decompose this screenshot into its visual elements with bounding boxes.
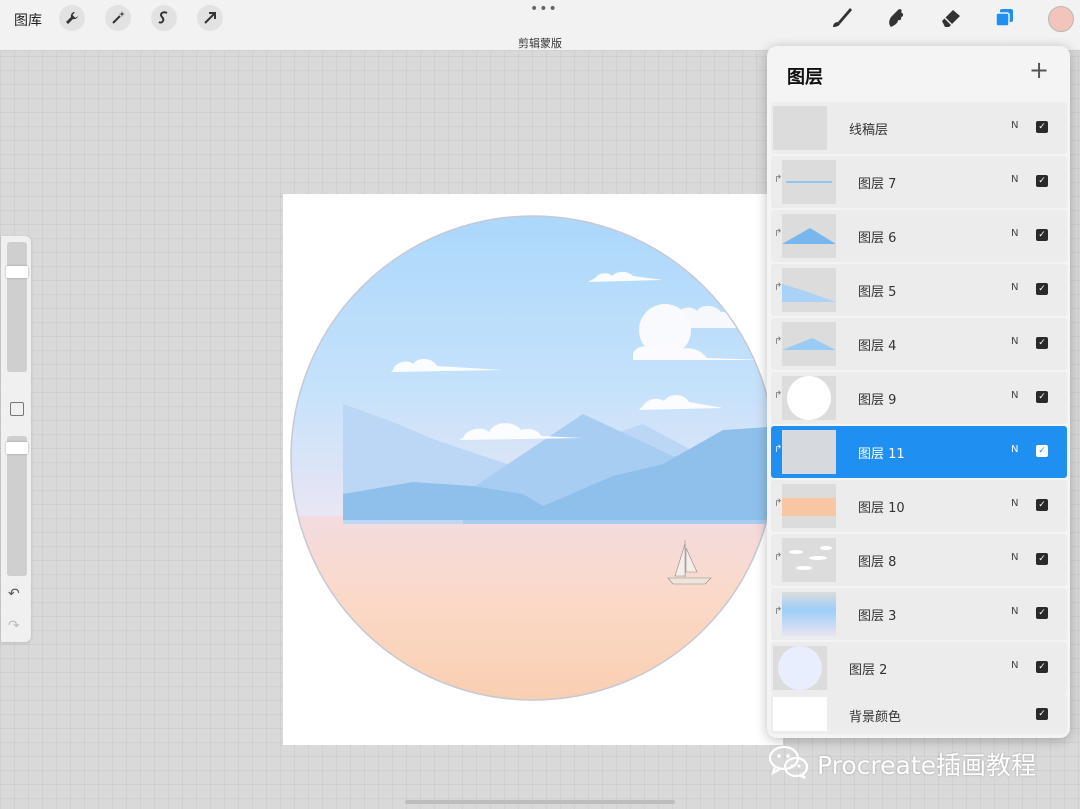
layer-thumbnail (782, 322, 836, 366)
visibility-checkbox[interactable]: ✓ (1036, 708, 1048, 720)
layer-row[interactable]: ↱ 图层 9 N ✓ (771, 372, 1067, 424)
layers-icon[interactable] (991, 6, 1019, 30)
layer-row[interactable]: ↱ 图层 7 N ✓ (771, 156, 1067, 208)
layer-row[interactable]: ↱ 图层 4 N ✓ (771, 318, 1067, 370)
layer-name: 图层 5 (858, 285, 897, 300)
top-toolbar: 图库 ••• 剪辑蒙版 (0, 0, 1080, 51)
blend-mode-button[interactable]: N (1011, 498, 1018, 509)
drawing-canvas[interactable] (283, 194, 783, 745)
layer-row[interactable]: 图层 2 N ✓ (771, 642, 1067, 694)
layer-name: 图层 11 (858, 447, 905, 462)
layer-name: 图层 6 (858, 231, 897, 246)
brush-size-handle[interactable] (6, 266, 28, 278)
eraser-icon[interactable] (936, 6, 964, 30)
layer-row[interactable]: ↱ 图层 3 N ✓ (771, 588, 1067, 640)
wechat-icon (767, 744, 811, 784)
actions-menu[interactable]: ••• (530, 1, 558, 17)
wrench-icon[interactable] (59, 5, 85, 31)
blend-mode-button[interactable]: N (1011, 606, 1018, 617)
watermark-text: Procreate插画教程 (817, 751, 1037, 780)
layer-row-selected[interactable]: ↱ 图层 11 N ✓ (771, 426, 1067, 478)
layer-thumbnail (782, 592, 836, 636)
blend-mode-button[interactable]: N (1011, 282, 1018, 293)
layer-name: 图层 4 (858, 339, 897, 354)
blend-mode-button[interactable]: N (1011, 174, 1018, 185)
layer-thumbnail (773, 697, 827, 731)
opacity-handle[interactable] (6, 442, 28, 454)
brush-size-slider[interactable] (6, 242, 28, 372)
layer-name: 背景颜色 (849, 710, 902, 725)
visibility-checkbox[interactable]: ✓ (1036, 337, 1048, 349)
visibility-checkbox[interactable]: ✓ (1036, 121, 1048, 133)
layer-name: 图层 3 (858, 609, 897, 624)
selection-icon[interactable] (151, 5, 177, 31)
layer-row[interactable]: ↱ 图层 6 N ✓ (771, 210, 1067, 262)
layer-thumbnail (782, 268, 836, 312)
watermark: Procreate插画教程 (767, 744, 1036, 784)
undo-icon[interactable]: ↶ (8, 586, 20, 602)
visibility-checkbox[interactable]: ✓ (1036, 445, 1048, 457)
blend-mode-button[interactable]: N (1011, 228, 1018, 239)
visibility-checkbox[interactable]: ✓ (1036, 283, 1048, 295)
layer-thumbnail (773, 646, 827, 690)
home-indicator (405, 800, 675, 804)
visibility-checkbox[interactable]: ✓ (1036, 553, 1048, 565)
layer-thumbnail (782, 538, 836, 582)
panel-title: 图层 (787, 67, 823, 88)
magic-wand-icon[interactable] (105, 5, 131, 31)
visibility-checkbox[interactable]: ✓ (1036, 661, 1048, 673)
layers-panel: 图层 + 线稿层 N ✓ ↱ 图层 7 N ✓ ↱ 图层 6 N ✓ ↱ 图层 … (767, 46, 1070, 738)
layer-thumbnail (773, 106, 827, 150)
redo-icon[interactable]: ↷ (8, 618, 20, 634)
blend-mode-button[interactable]: N (1011, 336, 1018, 347)
visibility-checkbox[interactable]: ✓ (1036, 607, 1048, 619)
brush-icon[interactable] (828, 6, 856, 30)
layer-row[interactable]: 线稿层 N ✓ (771, 102, 1067, 154)
layer-row[interactable]: ↱ 图层 5 N ✓ (771, 264, 1067, 316)
layer-name: 图层 8 (858, 555, 897, 570)
add-layer-button[interactable]: + (1029, 58, 1049, 82)
layer-thumbnail (782, 160, 836, 204)
layer-name: 图层 10 (858, 501, 905, 516)
visibility-checkbox[interactable]: ✓ (1036, 175, 1048, 187)
opacity-slider[interactable] (6, 436, 28, 576)
layer-row[interactable]: ↱ 图层 10 N ✓ (771, 480, 1067, 532)
color-picker-button[interactable] (1048, 6, 1074, 32)
layer-thumbnail (782, 376, 836, 420)
blend-mode-button[interactable]: N (1011, 552, 1018, 563)
blend-mode-button[interactable]: N (1011, 120, 1018, 131)
transform-arrow-icon[interactable] (197, 5, 223, 31)
layer-name: 线稿层 (849, 123, 889, 138)
visibility-checkbox[interactable]: ✓ (1036, 229, 1048, 241)
visibility-checkbox[interactable]: ✓ (1036, 499, 1048, 511)
layer-row[interactable]: ↱ 图层 8 N ✓ (771, 534, 1067, 586)
layer-name: 图层 7 (858, 177, 897, 192)
blend-mode-button[interactable]: N (1011, 444, 1018, 455)
visibility-checkbox[interactable]: ✓ (1036, 391, 1048, 403)
gallery-button[interactable]: 图库 (14, 10, 42, 30)
left-sidebar: ↶ ↷ (1, 236, 31, 642)
smudge-icon[interactable] (882, 6, 910, 30)
blend-mode-button[interactable]: N (1011, 660, 1018, 671)
artwork (290, 215, 776, 701)
layer-name: 图层 2 (849, 663, 888, 678)
background-color-row[interactable]: 背景颜色 ✓ (771, 694, 1067, 734)
blend-mode-button[interactable]: N (1011, 390, 1018, 401)
layer-thumbnail (782, 214, 836, 258)
layer-thumbnail (782, 430, 836, 474)
modify-button[interactable] (10, 402, 24, 416)
layer-thumbnail (782, 484, 836, 528)
layer-name: 图层 9 (858, 393, 897, 408)
